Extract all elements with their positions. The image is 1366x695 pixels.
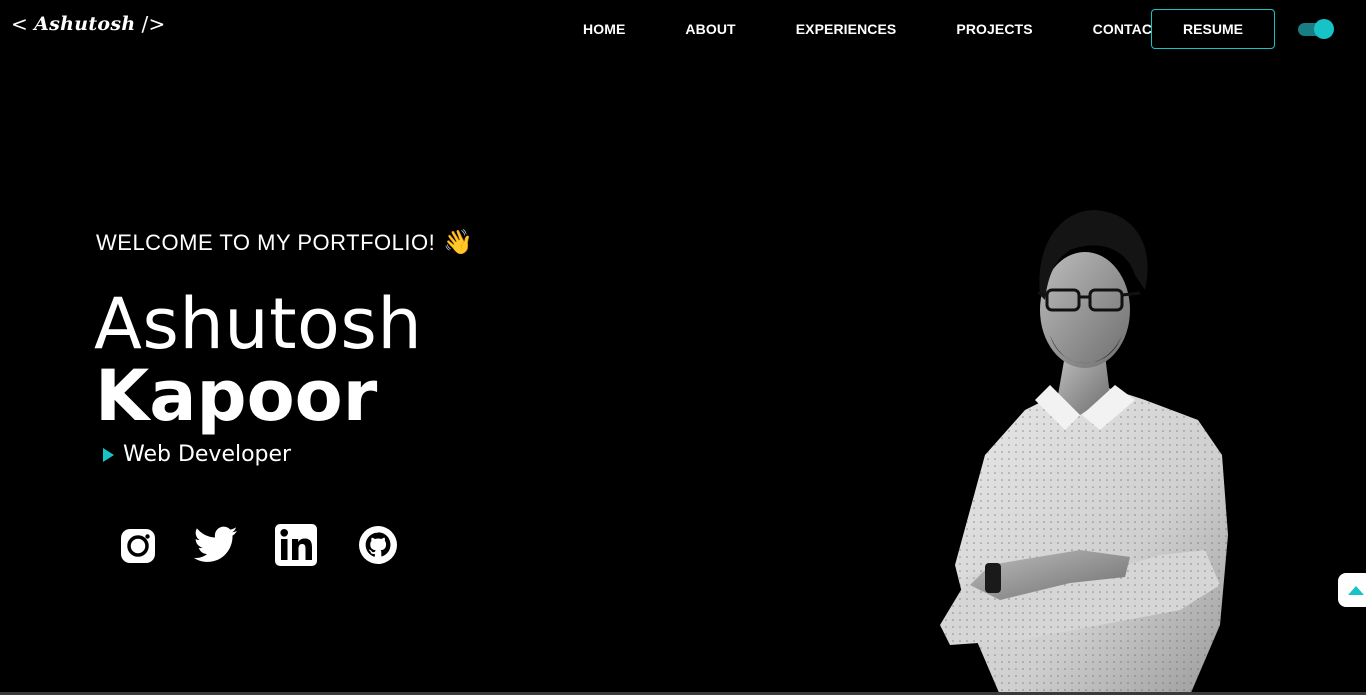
first-name: Ashutosh: [94, 283, 423, 365]
nav-home[interactable]: HOME: [553, 21, 655, 37]
instagram-link[interactable]: [116, 522, 160, 568]
github-link[interactable]: [356, 522, 400, 568]
role-text: Web Developer: [123, 442, 292, 467]
nav-about[interactable]: ABOUT: [655, 21, 765, 37]
arrow-up-icon: [1348, 585, 1364, 595]
social-links: [116, 522, 416, 570]
welcome-heading: WELCOME TO MY PORTFOLIO! 👋: [96, 228, 474, 257]
github-icon: [359, 526, 397, 564]
twitter-icon: [194, 526, 238, 562]
site-logo[interactable]: < Ashutosh />: [11, 12, 166, 36]
role-line: Web Developer: [103, 442, 291, 467]
theme-toggle[interactable]: [1298, 19, 1334, 39]
last-name: Kapoor: [95, 355, 378, 437]
logo-close-bracket: />: [141, 12, 166, 36]
logo-open-bracket: <: [11, 12, 29, 36]
instagram-icon: [121, 529, 155, 563]
logo-name: Ashutosh: [34, 13, 136, 35]
waving-hand-icon: 👋: [443, 229, 474, 256]
profile-photo: [940, 210, 1228, 695]
nav-projects[interactable]: PROJECTS: [926, 21, 1062, 37]
main-nav: HOME ABOUT EXPERIENCES PROJECTS CONTACT: [553, 9, 1191, 49]
resume-button[interactable]: RESUME: [1151, 9, 1275, 49]
toggle-knob: [1314, 19, 1334, 39]
twitter-link[interactable]: [194, 522, 238, 568]
scroll-to-top-button[interactable]: [1338, 573, 1366, 607]
linkedin-icon: [275, 524, 317, 566]
linkedin-link[interactable]: [274, 522, 318, 568]
play-triangle-icon: [103, 447, 114, 462]
nav-experiences[interactable]: EXPERIENCES: [766, 21, 927, 37]
portfolio-page: < Ashutosh /> HOME ABOUT EXPERIENCES PRO…: [0, 0, 1366, 695]
welcome-text: WELCOME TO MY PORTFOLIO!: [96, 229, 436, 255]
